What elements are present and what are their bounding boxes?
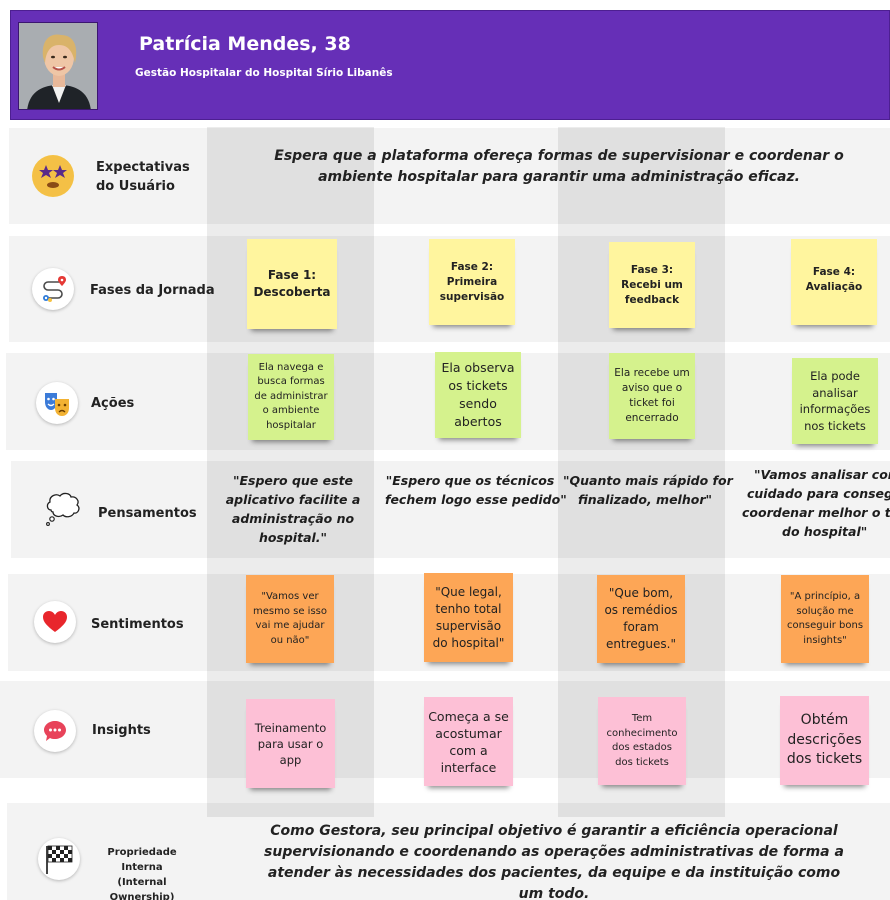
persona-name: Patrícia Mendes, 38	[139, 33, 351, 55]
phase-note-3: Fase 3: Recebi um feedback	[609, 242, 695, 328]
thought-text-3: "Quanto mais rápido for finalizado, melho…	[563, 473, 733, 507]
ownership-text: Como Gestora, seu principal objetivo é g…	[264, 823, 844, 900]
action-note-4: Ela pode analisar informações nos ticket…	[792, 358, 878, 444]
actions-label: Ações	[91, 396, 135, 411]
feeling-note-4: "A princípio, a solução me conseguir bon…	[781, 575, 869, 663]
persona-photo-icon	[19, 23, 97, 109]
thought-text-1: "Espero que este aplicativo facilite a adm…	[225, 473, 361, 545]
feeling-note-1: "Vamos ver mesmo se isso vai me ajudar o…	[246, 575, 334, 663]
thought-bubble-icon	[42, 489, 84, 531]
insight-note-4: Obtém descrições dos tickets	[780, 696, 869, 785]
feeling-note-3: "Que bom, os remédios foram entregues."	[597, 575, 685, 663]
action-note-3: Ela recebe um aviso que o ticket foi enc…	[609, 353, 695, 439]
thought-text-2: "Espero que os técnicos fechem logo esse …	[385, 473, 567, 507]
theater-masks-icon	[36, 382, 78, 424]
insights-label: Insights	[92, 723, 151, 738]
phase-note-1: Fase 1: Descoberta	[247, 239, 337, 329]
thoughts-label: Pensamentos	[98, 506, 197, 521]
phases-label: Fases da Jornada	[90, 283, 215, 298]
phase-note-2: Fase 2: Primeira supervisão	[429, 239, 515, 325]
star-struck-face-icon	[32, 155, 74, 197]
ownership-label: Propriedade Interna (Internal Ownership)	[107, 847, 177, 900]
feeling-note-2: "Que legal, tenho total supervisão do ho…	[424, 573, 513, 662]
action-note-1: Ela navega e busca formas de administrar…	[248, 354, 334, 440]
expectations-label: Expectativas do Usuário	[96, 160, 190, 194]
persona-header: Patrícia Mendes, 38 Gestão Hospitalar do…	[10, 10, 890, 120]
insight-note-3: Tem conhecimento dos estados dos tickets	[598, 697, 686, 785]
speech-bubble-icon	[34, 710, 76, 752]
thought-text-4: "Vamos analisar com cuidado para consegu…	[742, 467, 890, 539]
red-heart-icon	[34, 601, 76, 643]
insight-note-1: Treinamento para usar o app	[246, 699, 335, 788]
feelings-label: Sentimentos	[91, 617, 184, 632]
phase-note-4: Fase 4: Avaliação	[791, 239, 877, 325]
checkered-flag-icon	[38, 838, 80, 880]
persona-avatar	[18, 22, 98, 110]
insight-note-2: Começa a se acostumar com a interface	[424, 697, 513, 786]
action-note-2: Ela observa os tickets sendo abertos	[435, 352, 521, 438]
expectations-text: Espera que a plataforma ofereça formas d…	[274, 148, 844, 185]
route-map-icon	[32, 268, 74, 310]
persona-role: Gestão Hospitalar do Hospital Sírio Liba…	[135, 67, 393, 79]
